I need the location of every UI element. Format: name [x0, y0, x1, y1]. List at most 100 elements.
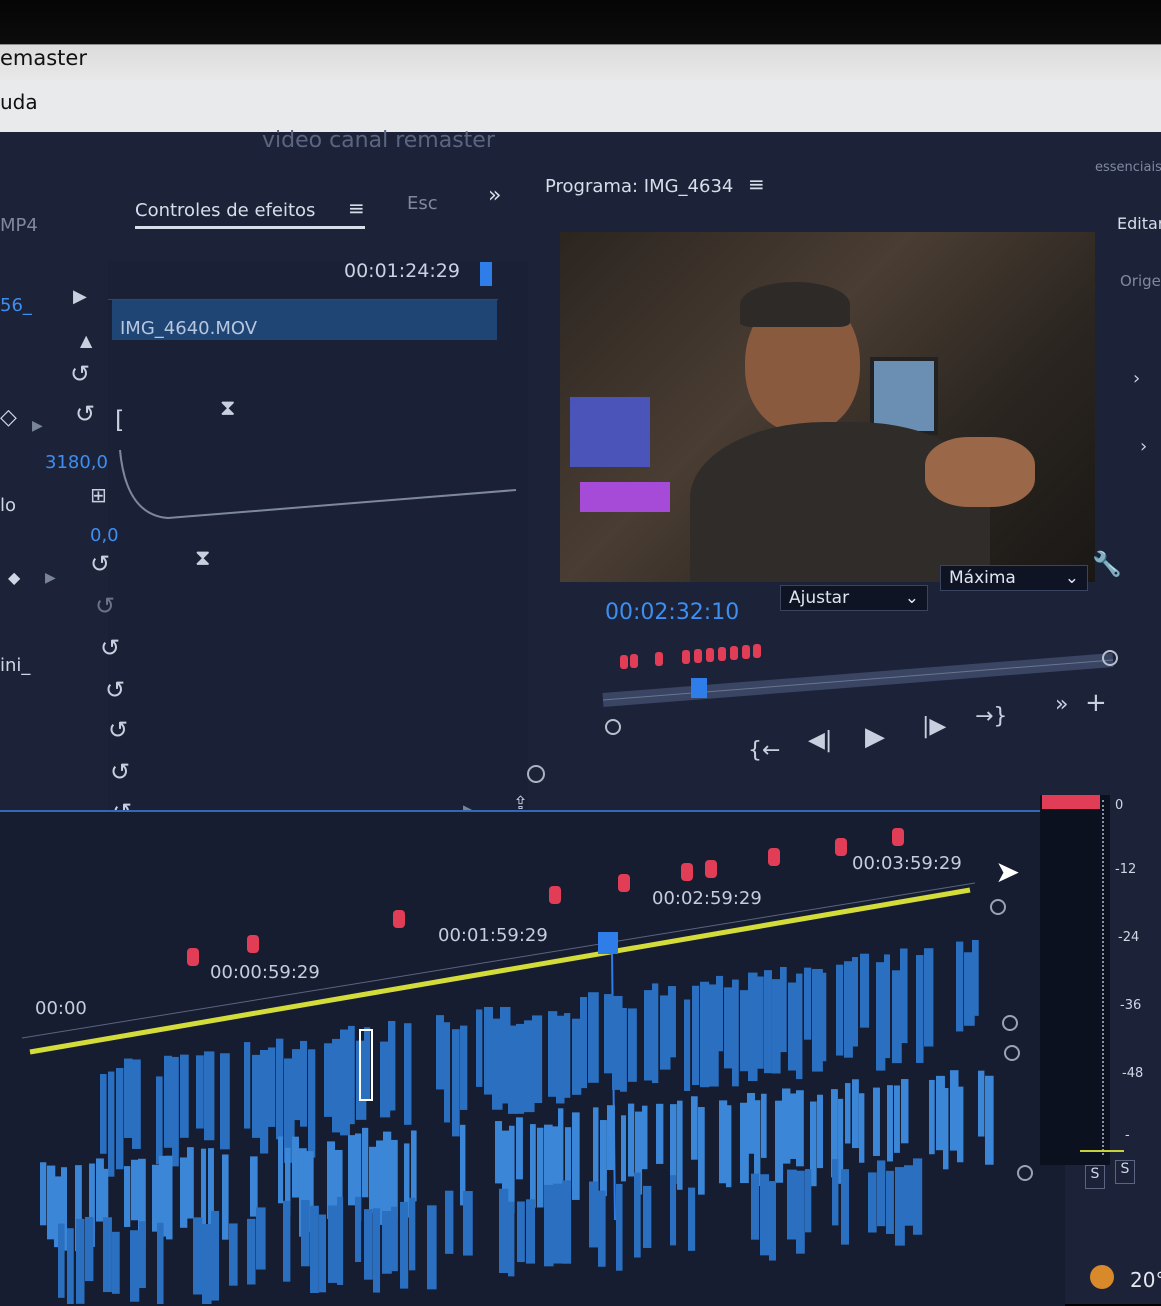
timeline-clip[interactable]	[112, 1231, 120, 1294]
timeline-clip[interactable]	[972, 939, 979, 1016]
tab-effect-controls[interactable]: Controles de efeitos	[135, 200, 315, 221]
timeline-clip[interactable]	[589, 1181, 599, 1248]
timeline-clip[interactable]	[495, 1121, 503, 1184]
timeline-clip[interactable]	[278, 1136, 284, 1204]
timeline-clip[interactable]	[229, 1223, 238, 1286]
timeline-clip[interactable]	[276, 1038, 284, 1140]
timeline-clip[interactable]	[684, 999, 691, 1091]
timeline-clip[interactable]	[688, 1187, 696, 1251]
timeline-clip[interactable]	[754, 1100, 761, 1187]
timeline-clip[interactable]	[193, 1217, 203, 1295]
timeline-clip[interactable]	[789, 1093, 797, 1159]
timeline-clip[interactable]	[362, 1127, 369, 1198]
timeline-clip[interactable]	[139, 1221, 146, 1289]
timeline-clip[interactable]	[764, 970, 772, 1074]
reset-icon[interactable]: ↺	[100, 636, 120, 660]
timeline-clip[interactable]	[796, 1090, 804, 1167]
timeline-clip[interactable]	[836, 964, 844, 1056]
timeline-clip[interactable]	[382, 1211, 392, 1274]
timeline-clip[interactable]	[409, 1197, 416, 1271]
timeline-clip[interactable]	[445, 1190, 454, 1254]
keyframe-diamond-icon[interactable]: ◆	[8, 568, 20, 587]
timeline-clip[interactable]	[444, 1022, 451, 1123]
timeline-clip[interactable]	[751, 1173, 760, 1240]
timeline-clip[interactable]	[698, 1107, 705, 1195]
timeline-clip[interactable]	[780, 966, 787, 1053]
timeline-clip[interactable]	[484, 1006, 494, 1095]
timeline-clip[interactable]	[985, 1075, 994, 1165]
timeline-clip[interactable]	[508, 1025, 518, 1114]
timeline-clip[interactable]	[719, 1100, 728, 1184]
timeline-clip[interactable]	[268, 1047, 276, 1127]
reset-icon[interactable]: ↺	[75, 402, 95, 426]
play-triangle-icon[interactable]: ▶	[73, 288, 87, 306]
timeline-clip[interactable]	[756, 976, 764, 1069]
timeline-clip[interactable]	[328, 1205, 338, 1283]
timeline-clip[interactable]	[164, 1055, 173, 1148]
timeline-clip[interactable]	[411, 1130, 417, 1202]
timeline-clip[interactable]	[844, 961, 853, 1058]
timeline-clip[interactable]	[76, 1218, 85, 1304]
timeline-clip[interactable]	[324, 1043, 333, 1117]
timeline-clip[interactable]	[859, 1093, 865, 1163]
timeline-clip[interactable]	[670, 1104, 677, 1184]
timeline-clip[interactable]	[436, 1015, 445, 1090]
fit-dropdown[interactable]: Ajustar ⌄	[780, 585, 928, 611]
timeline-clip[interactable]	[943, 1088, 949, 1170]
timeline-clip[interactable]	[319, 1214, 327, 1293]
timeline-clip[interactable]	[634, 1172, 641, 1258]
more-buttons-icon[interactable]: »	[1055, 694, 1068, 716]
timeline-clip[interactable]	[460, 1025, 468, 1110]
source-clip-name[interactable]: 56_	[0, 295, 32, 316]
timeline-clip[interactable]	[716, 975, 724, 1052]
timeline-clip[interactable]	[301, 1200, 310, 1267]
timeline-clip[interactable]	[732, 979, 739, 1087]
timeline-clip[interactable]	[530, 1124, 536, 1208]
timeline-clip[interactable]	[556, 1015, 565, 1104]
add-button-icon[interactable]: +	[1085, 690, 1107, 716]
timeline-clip[interactable]	[593, 1107, 599, 1193]
timeline-clip[interactable]	[196, 1055, 204, 1129]
timeline-clip[interactable]	[747, 1092, 756, 1154]
timeline-clip[interactable]	[544, 1184, 554, 1267]
audio-clip-indicator[interactable]	[1042, 795, 1100, 809]
timeline-clip[interactable]	[772, 979, 781, 1074]
timeline-clip[interactable]	[452, 1029, 460, 1137]
settings-wrench-icon[interactable]: 🔧	[1092, 552, 1122, 576]
timeline-clip[interactable]	[796, 1170, 805, 1254]
timeline-clip[interactable]	[300, 1040, 308, 1127]
tab-essential-graphics[interactable]: essenciais	[1095, 160, 1161, 175]
program-menu-icon[interactable]: ≡	[748, 172, 765, 196]
timeline-clip[interactable]	[924, 948, 934, 1047]
timeline-clip[interactable]	[820, 972, 827, 1062]
timeline-clip[interactable]	[877, 1160, 886, 1227]
timeline-clip[interactable]	[604, 994, 614, 1074]
timeline-clip[interactable]	[100, 1074, 107, 1154]
timeline-clip[interactable]	[901, 1079, 909, 1144]
timeline-clip[interactable]	[187, 1147, 194, 1219]
timeline-clip[interactable]	[202, 1224, 212, 1304]
quality-dropdown[interactable]: Máxima ⌄	[940, 565, 1088, 591]
tab-audio-mixer[interactable]: Esc	[407, 193, 438, 214]
timeline-clip[interactable]	[956, 941, 964, 1032]
timeline-clip[interactable]	[132, 1059, 141, 1149]
timeline-clip[interactable]	[292, 1136, 299, 1198]
timeline-clip[interactable]	[598, 1190, 606, 1267]
timeline-clip[interactable]	[526, 1199, 536, 1264]
timeline-clip[interactable]	[621, 1115, 627, 1182]
timeline-clip[interactable]	[900, 948, 908, 1044]
timeline-clip[interactable]	[873, 1087, 880, 1156]
timeline-clip[interactable]	[787, 1169, 797, 1240]
timeline-clip[interactable]	[516, 1023, 525, 1114]
timeline-clip[interactable]	[103, 1217, 112, 1293]
chevron-right-icon[interactable]: ›	[1133, 370, 1140, 388]
timeline-clip[interactable]	[760, 1174, 770, 1256]
timeline-clip[interactable]	[40, 1162, 47, 1226]
timeline-clip[interactable]	[572, 1018, 582, 1095]
timeline-clip[interactable]	[166, 1155, 173, 1240]
timeline-clip[interactable]	[668, 986, 676, 1058]
timeline-clip[interactable]	[886, 1170, 894, 1234]
timeline-clip[interactable]	[516, 1117, 523, 1180]
collapse-arrow-icon[interactable]: ▲	[80, 333, 92, 349]
timeline-clip[interactable]	[156, 1076, 163, 1165]
